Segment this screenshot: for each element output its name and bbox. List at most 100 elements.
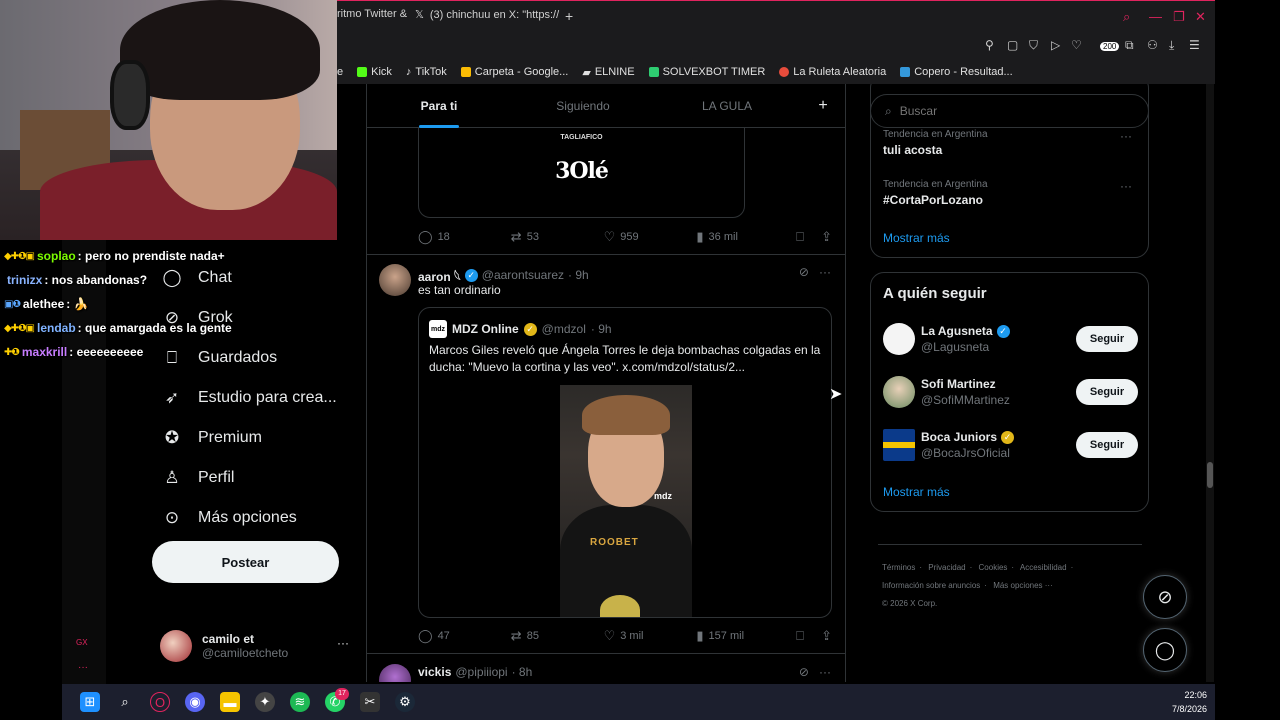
new-tab-icon[interactable]: + <box>565 8 573 24</box>
download-icon[interactable]: ⤓ <box>1169 38 1174 53</box>
steam-icon[interactable]: ⚙ <box>395 692 415 712</box>
search-icon[interactable]: ⌕ <box>1123 9 1130 25</box>
previous-tweet-media[interactable]: TAGLIAFICO 3Olé <box>418 128 745 218</box>
trend-item[interactable]: Tendencia en Argentina tuli acosta ··· <box>883 129 1138 157</box>
minimize-icon[interactable]: — <box>1149 9 1162 24</box>
messages-icon[interactable]: ◯ <box>1143 628 1187 672</box>
add-tab-icon[interactable]: + <box>799 97 845 115</box>
more-icon[interactable]: ··· <box>78 662 88 673</box>
footer-link-privacidad[interactable]: Privacidad <box>928 563 965 572</box>
extensions-icon[interactable]: ⧉ <box>1125 38 1134 53</box>
reply-button[interactable]: ◯ 47 <box>418 628 511 644</box>
footer-link-anuncios[interactable]: Información sobre anuncios <box>882 581 980 590</box>
capcut-icon[interactable]: ✂ <box>360 692 380 712</box>
nav-item-premium[interactable]: ✪ Premium <box>160 418 360 458</box>
follow-button[interactable]: Seguir <box>1076 326 1138 352</box>
opera-gx-icon[interactable]: O <box>150 692 170 712</box>
like-button[interactable]: ♡ 3 mil <box>604 628 697 644</box>
views-button[interactable]: ▮ 36 mil <box>696 229 796 245</box>
search-input[interactable] <box>899 104 1120 118</box>
bookmark-copero[interactable]: Copero - Resultad... <box>900 66 1013 78</box>
bookmark-ruleta[interactable]: La Ruleta Aleatoria <box>779 66 886 78</box>
grok-icon[interactable]: ⊘ <box>1143 575 1187 619</box>
quote-video[interactable]: mdz ROOBET <box>560 385 692 617</box>
folder-icon[interactable]: ▬ <box>220 692 240 712</box>
bookmark-tiktok[interactable]: ♪ TikTok <box>406 66 447 78</box>
follow-suggestion[interactable]: Boca Juniors ✓ @BocaJrsOficial Seguir <box>883 427 1138 463</box>
account-switcher[interactable]: camilo et @camiloetcheto ··· <box>160 628 355 664</box>
pin-icon[interactable]: ⚲ <box>985 38 994 52</box>
search-box[interactable]: ⌕ <box>870 94 1149 128</box>
more-icon[interactable]: ··· <box>819 265 831 279</box>
more-icon[interactable]: ··· <box>337 636 349 650</box>
grok-icon[interactable]: ⊘ <box>799 265 809 279</box>
bookmark-icon: ⎕ <box>796 229 804 244</box>
tweet-author[interactable]: vickis <box>418 665 451 679</box>
scrollbar[interactable] <box>1206 84 1214 682</box>
restore-icon[interactable]: ❐ <box>1173 9 1185 25</box>
bookmark-elnine[interactable]: ▰ ELNINE <box>582 66 634 79</box>
footer-link-cookies[interactable]: Cookies <box>979 563 1008 572</box>
share-button[interactable]: ⇪ <box>821 229 832 245</box>
browser-tab-active[interactable]: 𝕏 (3) chinchuu en X: "https:// <box>415 8 559 22</box>
footer-link-accesibilidad[interactable]: Accesibilidad <box>1020 563 1067 572</box>
grok-icon[interactable]: ⊘ <box>799 665 809 679</box>
tab-la-gula[interactable]: LA GULA <box>655 84 799 128</box>
footer-link-mas-opciones[interactable]: Más opciones ··· <box>993 581 1053 590</box>
windows-start-icon[interactable]: ⊞ <box>80 692 100 712</box>
play-icon[interactable]: ▷ <box>1051 38 1060 52</box>
spotify-icon[interactable]: ≋ <box>290 692 310 712</box>
footer-link-terminos[interactable]: Términos <box>882 563 915 572</box>
share-button[interactable]: ⇪ <box>821 628 832 644</box>
bookmark-button[interactable]: ⎕ <box>796 628 821 644</box>
shield-icon[interactable]: ⛉ <box>1029 38 1038 53</box>
app-icon[interactable]: ✦ <box>255 692 275 712</box>
search-icon[interactable]: ⌕ <box>115 692 135 712</box>
tab-siguiendo[interactable]: Siguiendo <box>511 84 655 128</box>
show-more-trends-link[interactable]: Mostrar más <box>883 231 950 245</box>
follow-button[interactable]: Seguir <box>1076 379 1138 405</box>
heart-icon[interactable]: ♡ <box>1071 38 1082 52</box>
close-icon[interactable]: ✕ <box>1195 9 1206 25</box>
more-icon[interactable]: ··· <box>819 665 831 679</box>
snapshot-icon[interactable]: ▢ <box>1007 38 1018 52</box>
tweet-handle[interactable]: @aarontsuarez <box>482 268 564 282</box>
discord-icon[interactable]: ◉ <box>185 692 205 712</box>
quoted-tweet[interactable]: mdz MDZ Online ✓ @mdzol · 9h Marcos Gile… <box>418 307 832 618</box>
more-icon[interactable]: ··· <box>1120 129 1132 143</box>
tweet-author[interactable]: aaron 𓆩 <box>418 265 461 285</box>
browser-tab[interactable]: ritmo Twitter & <box>337 8 407 20</box>
reply-button[interactable]: ◯ 18 <box>418 229 511 245</box>
repost-button[interactable]: ⇄ 85 <box>511 628 604 644</box>
bookmark-drive[interactable]: Carpeta - Google... <box>460 66 568 78</box>
tab-para-ti[interactable]: Para ti <box>367 84 511 128</box>
extension-badge[interactable]: 200 <box>1100 42 1120 51</box>
more-icon[interactable]: ··· <box>1120 179 1132 193</box>
like-button[interactable]: ♡ 959 <box>604 229 697 245</box>
clock[interactable]: 22:06 7/8/2026 <box>1172 688 1207 716</box>
profile-icon[interactable]: ⚇ <box>1147 38 1158 52</box>
show-more-follow-link[interactable]: Mostrar más <box>883 485 950 499</box>
gx-label[interactable]: GX <box>76 638 88 647</box>
follow-button[interactable]: Seguir <box>1076 432 1138 458</box>
tweet-handle[interactable]: @pipiiiopi <box>455 665 507 679</box>
repost-button[interactable]: ⇄ 53 <box>511 229 604 245</box>
follow-suggestion[interactable]: La Agusneta ✓ @Lagusneta Seguir <box>883 321 1138 357</box>
views-button[interactable]: ▮ 157 mil <box>696 628 796 644</box>
nav-item-mas-opciones[interactable]: ⊙ Más opciones <box>160 498 360 538</box>
nav-item-estudio[interactable]: ➶ Estudio para crea... <box>160 378 360 418</box>
avatar[interactable] <box>379 264 411 296</box>
avatar[interactable] <box>379 664 411 682</box>
trend-item[interactable]: Tendencia en Argentina #CortaPorLozano ·… <box>883 179 1138 207</box>
nav-item-perfil[interactable]: ♙ Perfil <box>160 458 360 498</box>
post-button[interactable]: Postear <box>152 541 339 583</box>
bookmark-solvexbot[interactable]: SOLVEXBOT TIMER <box>648 66 765 78</box>
follow-suggestion[interactable]: Sofi Martinez @SofiMMartinez Seguir <box>883 374 1138 410</box>
menu-icon[interactable]: ☰ <box>1189 38 1200 52</box>
scrollbar-thumb[interactable] <box>1207 462 1213 488</box>
tweet-time[interactable]: · 9h <box>568 268 589 282</box>
bookmark-item[interactable]: e <box>337 66 343 78</box>
tweet-time[interactable]: · 8h <box>512 665 533 679</box>
bookmark-button[interactable]: ⎕ <box>796 229 821 245</box>
bookmark-kick[interactable]: Kick <box>357 66 392 78</box>
